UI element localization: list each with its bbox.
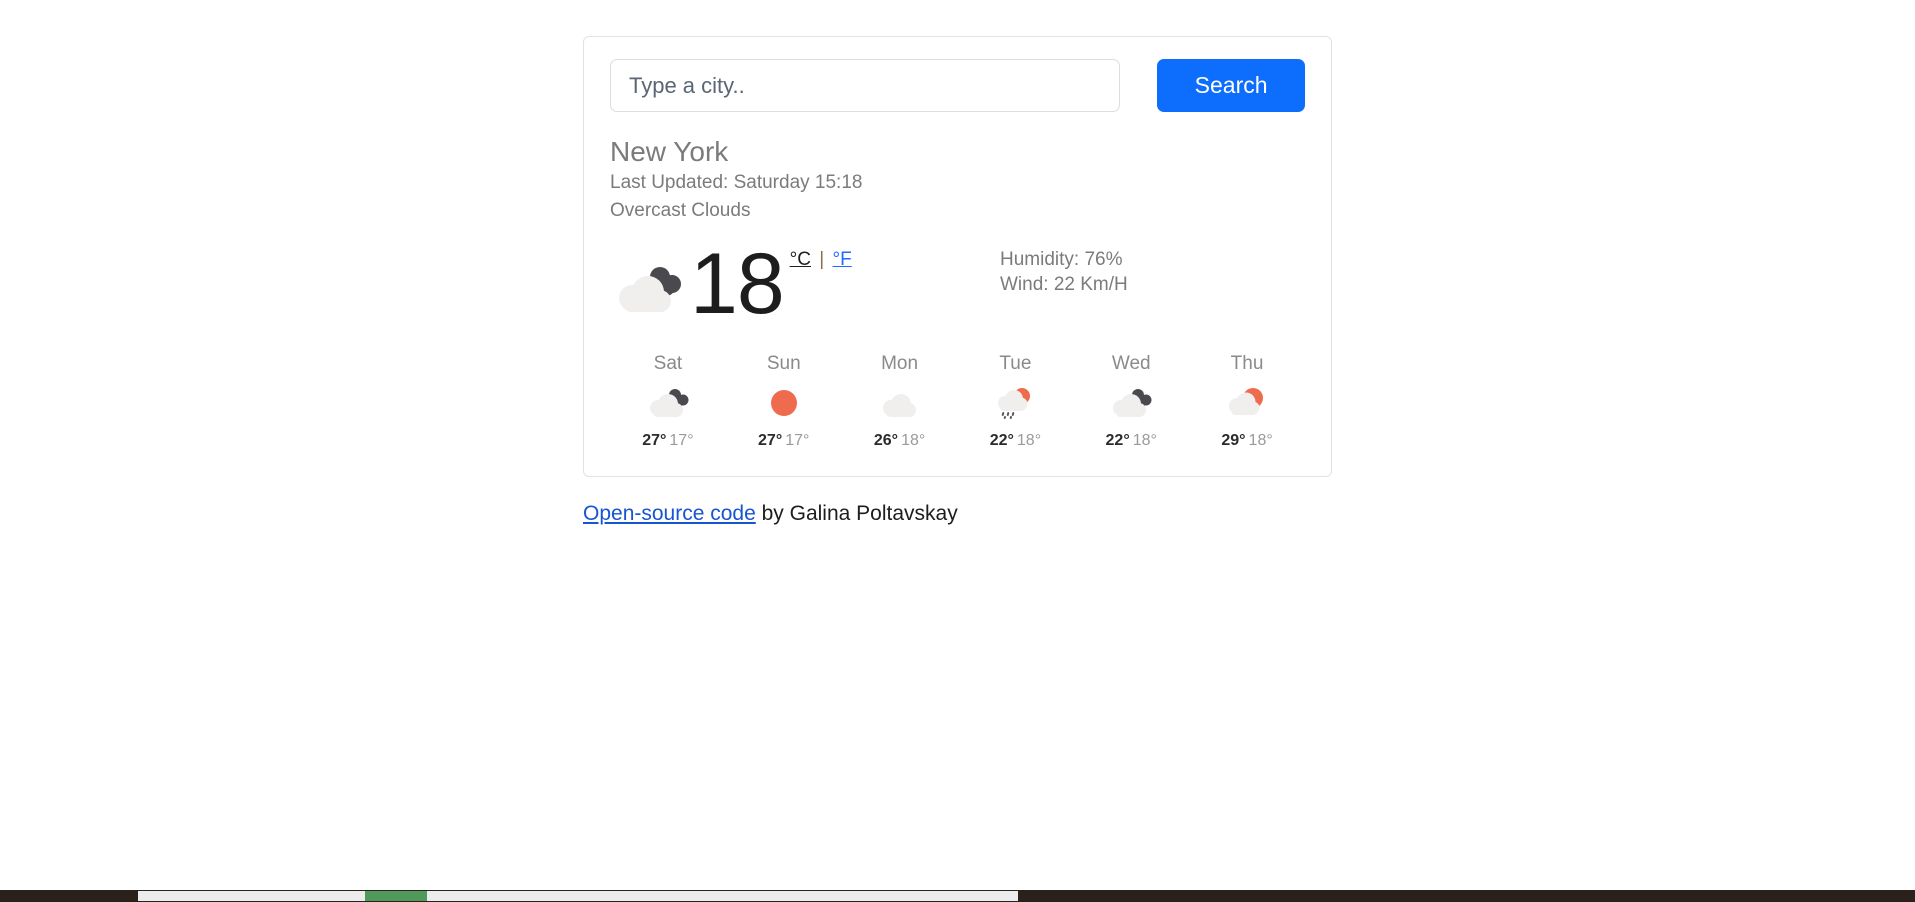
forecast-temp-max: 27° (642, 431, 667, 449)
forecast-day: Tue 22° 18° (957, 353, 1073, 450)
cloud-icon (877, 384, 923, 422)
forecast-day: Sat 27° 17° (610, 353, 726, 450)
forecast-temp-min: 17° (785, 431, 810, 449)
forecast-temp-min: 18° (1016, 431, 1042, 449)
last-updated-text: Last Updated: Saturday 15:18 (610, 172, 863, 194)
overcast-clouds-icon (1108, 384, 1154, 422)
forecast-icon-wrap (726, 383, 842, 423)
forecast-temp-min: 17° (669, 431, 694, 449)
temperature-readout: 18 °C | °F (690, 241, 852, 327)
footer-author-text: by Galina Poltavskay (755, 502, 958, 525)
bottom-chrome-bar (0, 890, 1915, 902)
forecast-day-label: Sat (653, 352, 683, 374)
city-name: New York (610, 136, 729, 167)
weather-description: Overcast Clouds (610, 199, 751, 221)
forecast-temps: 27° 17° (610, 432, 726, 450)
forecast-day: Mon 26° 18° (842, 353, 958, 450)
forecast-day: Wed 22° 18° (1073, 353, 1189, 450)
forecast-icon-wrap (842, 383, 958, 423)
forecast-temp-max: 22° (989, 431, 1014, 449)
unit-celsius-link[interactable]: °C (790, 249, 811, 270)
wind-text: Wind: 22 Km/H (1000, 274, 1128, 296)
footer: Open-source code by Galina Poltavskay (583, 502, 958, 526)
forecast-day-label: Tue (999, 352, 1032, 374)
forecast-day: Thu 29° 18° (1189, 353, 1305, 450)
current-details: Humidity: 76% Wind: 22 Km/H (1000, 241, 1128, 298)
forecast-day-label: Sun (766, 352, 801, 374)
current-temperature-group: 18 °C | °F (610, 241, 980, 327)
forecast-day-label: Wed (1111, 352, 1151, 374)
forecast-icon-wrap (957, 383, 1073, 423)
humidity-text: Humidity: 76% (1000, 248, 1123, 270)
unit-separator: | (819, 248, 825, 270)
forecast-icon-wrap (1189, 383, 1305, 423)
forecast-temp-min: 18° (901, 431, 926, 449)
forecast-temps: 22° 18° (957, 432, 1073, 450)
forecast-temps: 26° 18° (842, 432, 958, 450)
app-page: Search New York Last Updated: Saturday 1… (0, 0, 1915, 902)
forecast-day-label: Mon (881, 352, 919, 374)
forecast-temp-max: 22° (1105, 431, 1130, 449)
forecast-temp-min: 18° (1132, 431, 1157, 449)
open-source-code-link[interactable]: Open-source code (583, 502, 756, 525)
forecast-temp-max: 29° (1221, 431, 1246, 449)
unit-fahrenheit-link[interactable]: °F (833, 249, 852, 270)
download-indicator[interactable] (365, 891, 427, 901)
city-info-block: New York Last Updated: Saturday 15:18 Ov… (610, 136, 1305, 223)
forecast-icon-wrap (610, 383, 726, 423)
weather-card: Search New York Last Updated: Saturday 1… (583, 36, 1332, 477)
unit-toggle: °C | °F (790, 249, 852, 271)
forecast-temp-max: 26° (873, 431, 899, 449)
forecast-temp-max: 27° (758, 431, 783, 449)
horizontal-scrollbar-track[interactable] (138, 891, 1018, 901)
sun-behind-cloud-icon (1224, 384, 1270, 422)
search-button[interactable]: Search (1157, 59, 1305, 112)
forecast-temp-min: 18° (1248, 431, 1273, 449)
forecast-day-label: Thu (1230, 352, 1264, 374)
sun-rain-cloud-icon (992, 384, 1038, 422)
current-conditions-row: 18 °C | °F Humidity: 76% Wind: 22 Km/H (610, 241, 1305, 327)
forecast-row: Sat 27° 17° Sun 27° 17° Mon 26° 18° Tue … (610, 353, 1305, 450)
overcast-clouds-icon (645, 384, 691, 422)
forecast-temps: 29° 18° (1189, 432, 1305, 450)
search-form: Search (610, 59, 1305, 112)
forecast-day: Sun 27° 17° (726, 353, 842, 450)
temperature-value: 18 (690, 235, 785, 332)
overcast-clouds-icon (610, 260, 684, 322)
forecast-icon-wrap (1073, 383, 1189, 423)
forecast-temps: 27° 17° (726, 432, 842, 450)
search-input[interactable] (610, 59, 1121, 112)
forecast-temps: 22° 18° (1073, 432, 1189, 450)
clear-sun-icon (761, 384, 807, 422)
